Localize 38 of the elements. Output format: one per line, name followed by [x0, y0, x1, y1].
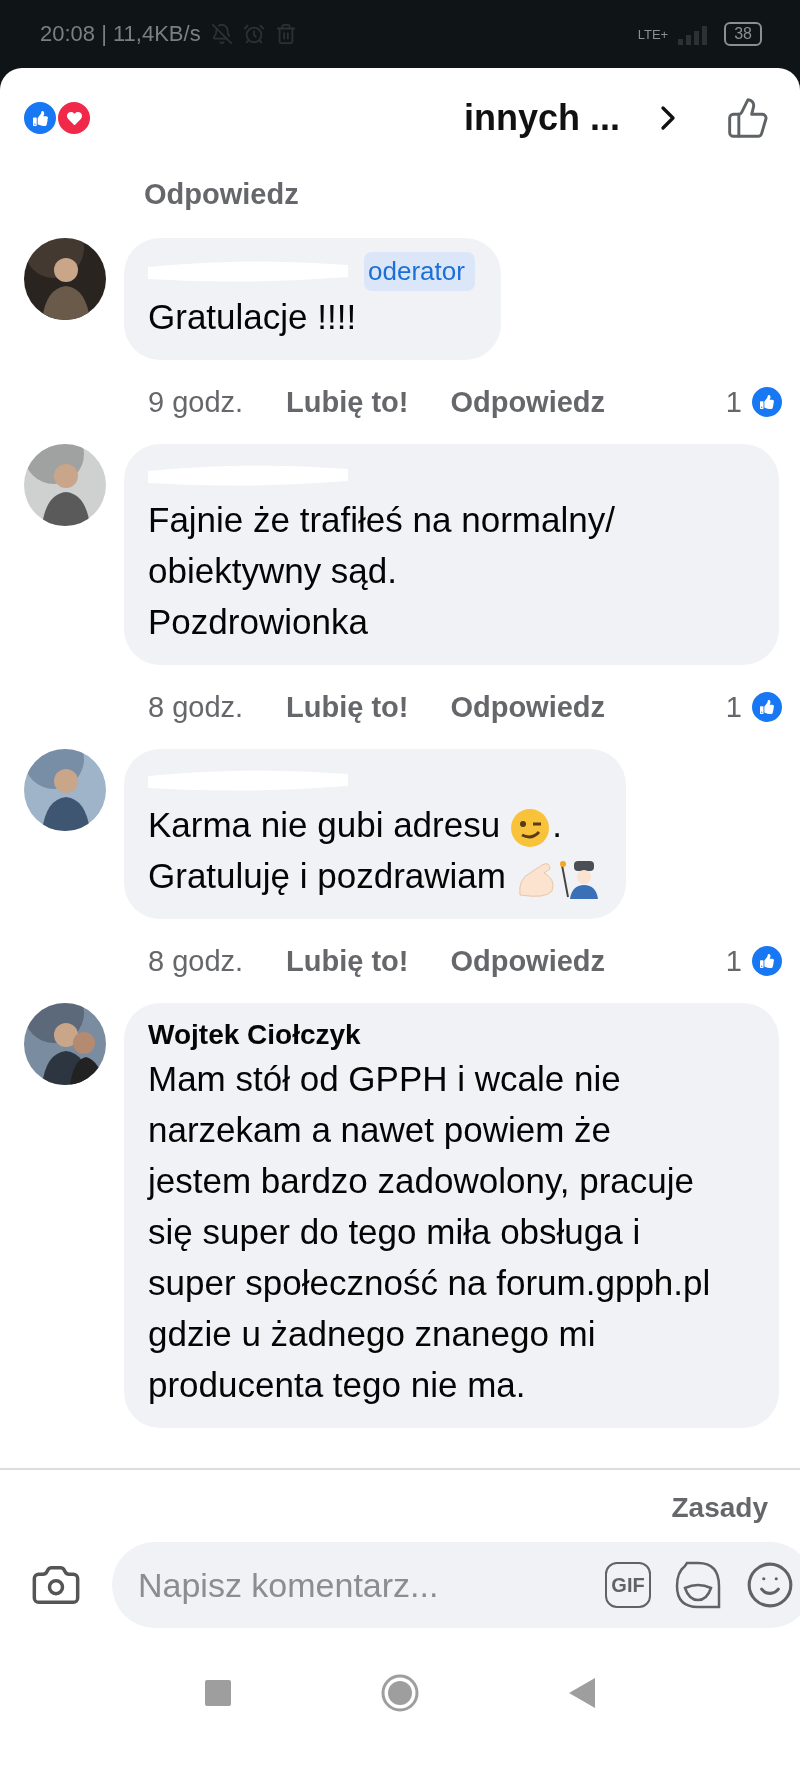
reply-link[interactable]: Odpowiedz	[450, 944, 606, 978]
comment-time: 9 godz.	[148, 385, 245, 419]
like-count: 1	[725, 385, 742, 419]
emoji-icon[interactable]	[745, 1560, 795, 1610]
comment-text: Fajnie że trafiłeś na normalny/ obiektywny sąd. Pozdrowionka	[148, 500, 615, 641]
comment-text: Mam stół od GPPH i wcale nie narzekam a nawet powiem że jestem bardzo zadowolony, pracuje się super do tego miła obsługa i super społeczność na forum.gpph.pl gdzie u żadnego znanego mi producenta tego nie ma.	[148, 1059, 711, 1404]
comment-text: Gratulacje !!!!	[148, 297, 357, 336]
reply-link[interactable]: Odpowiedz	[450, 690, 606, 724]
like-link[interactable]: Lubię to!	[286, 385, 409, 419]
reply-link[interactable]: Odpowiedz	[0, 168, 800, 228]
reply-link[interactable]: Odpowiedz	[450, 385, 606, 419]
back-icon[interactable]	[569, 1678, 595, 1708]
like-count: 1	[725, 690, 742, 724]
welder-icon	[559, 858, 600, 899]
comment-time: 8 godz.	[148, 690, 245, 724]
mute-icon	[210, 23, 233, 45]
like-link[interactable]: Lubię to!	[286, 944, 409, 978]
trash-icon	[274, 23, 297, 45]
like-link[interactable]: Lubię to!	[286, 690, 409, 724]
author-name[interactable]: Wojtek Ciołczyk	[148, 1019, 361, 1051]
home-icon[interactable]	[381, 1674, 419, 1712]
winking-face-icon	[510, 807, 551, 848]
sticker-icon[interactable]	[673, 1560, 723, 1610]
like-count: 1	[725, 944, 742, 978]
status-time: 20:08 | 11,4KB/s	[40, 21, 201, 47]
network-type: LTE+	[637, 26, 669, 42]
comment-text: Gratuluję i pozdrawiam	[148, 856, 506, 895]
comment-time: 8 godz.	[148, 944, 245, 978]
comment-input-field[interactable]: Napisz komentarz... GIF	[112, 1542, 800, 1628]
alarm-icon	[242, 23, 265, 45]
gif-button[interactable]: GIF	[605, 1562, 651, 1608]
reactions-summary[interactable]: innych ...	[90, 97, 640, 139]
comment-text: .	[552, 805, 562, 844]
comment-text: Karma nie gubi adresu	[148, 805, 501, 844]
thumbs-up-icon[interactable]	[726, 96, 770, 140]
rules-link[interactable]: Zasady	[671, 1492, 768, 1524]
battery-level: 38	[724, 22, 762, 46]
moderator-badge: oderator	[364, 252, 475, 291]
